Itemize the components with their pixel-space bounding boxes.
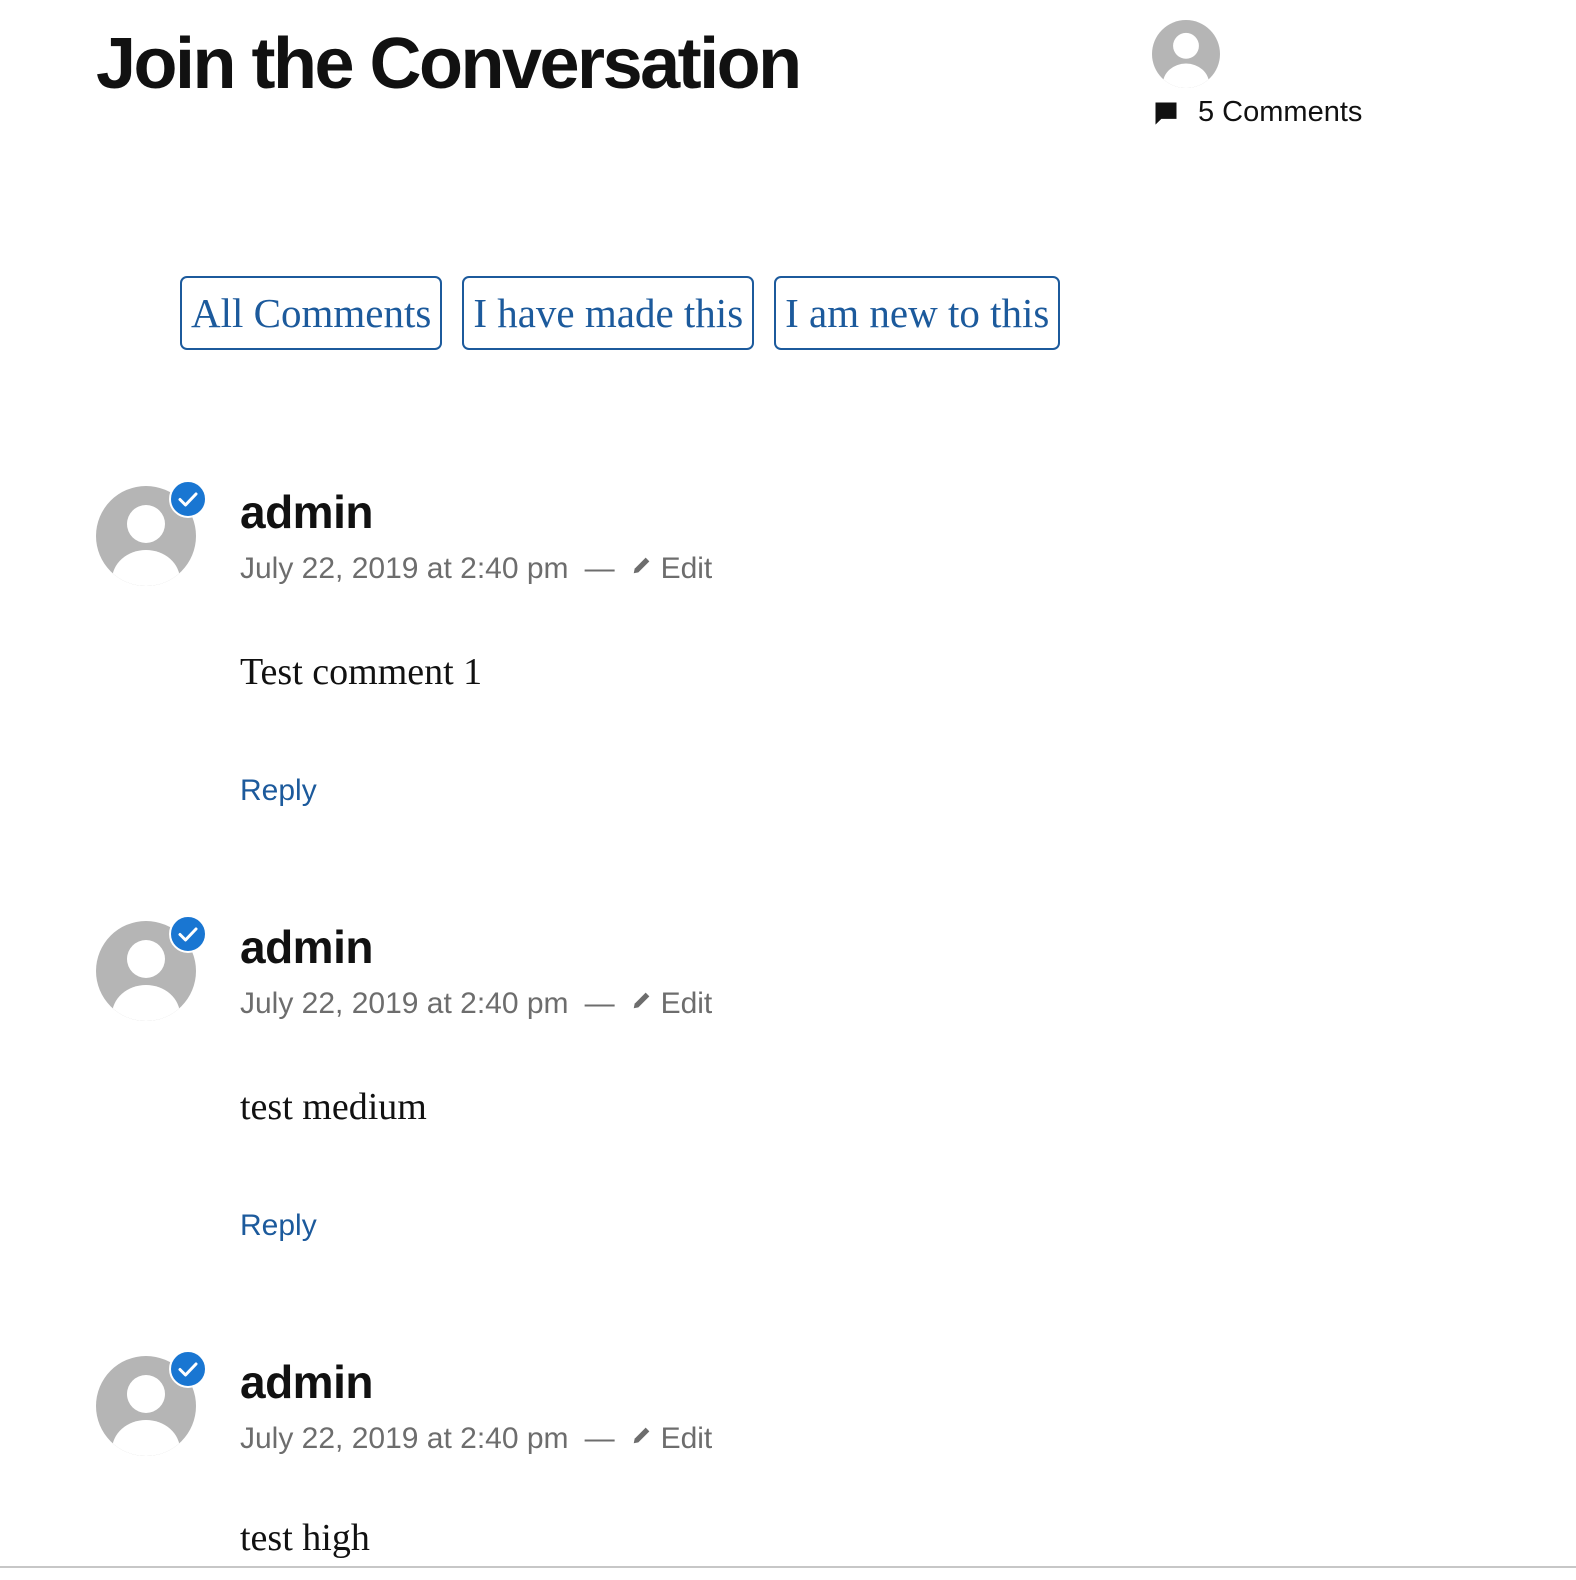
user-avatar-icon xyxy=(1152,20,1220,88)
comment-body: test high xyxy=(240,1517,370,1559)
comment-date-link[interactable]: July 22, 2019 at 2:40 pm xyxy=(240,987,569,1021)
comment-meta: July 22, 2019 at 2:40 pm — Edit xyxy=(240,552,712,586)
pencil-icon xyxy=(633,1427,649,1444)
comment-author: admin xyxy=(240,486,373,538)
reply-link[interactable]: Reply xyxy=(240,1209,317,1243)
edit-comment-link[interactable]: Edit xyxy=(661,552,713,586)
comment-avatar-wrap xyxy=(96,915,208,1021)
comment-avatar-wrap xyxy=(96,1350,208,1456)
filter-all-comments-button[interactable]: All Comments xyxy=(180,276,443,350)
comment-meta: July 22, 2019 at 2:40 pm — Edit xyxy=(240,987,712,1021)
comment-bubble-icon xyxy=(1155,102,1177,125)
divider xyxy=(0,1566,1576,1568)
verified-badge-icon xyxy=(169,1350,207,1388)
comment-body: test medium xyxy=(240,1086,427,1128)
comment-count-label: 5 Comments xyxy=(1198,96,1363,128)
comment-meta: July 22, 2019 at 2:40 pm — Edit xyxy=(240,1422,712,1456)
reply-link[interactable]: Reply xyxy=(240,774,317,808)
page-title: Join the Conversation xyxy=(96,24,802,104)
comment-author: admin xyxy=(240,1356,373,1408)
pencil-icon xyxy=(633,992,649,1009)
meta-separator: — xyxy=(584,552,615,585)
filter-new-to-this-button[interactable]: I am new to this xyxy=(774,276,1061,350)
comment-author: admin xyxy=(240,921,373,973)
comment-count-link[interactable]: 5 Comments xyxy=(1152,96,1362,129)
meta-separator: — xyxy=(584,1422,615,1455)
comment-date-link[interactable]: July 22, 2019 at 2:40 pm xyxy=(240,1422,569,1456)
verified-badge-icon xyxy=(169,480,207,518)
meta-separator: — xyxy=(584,987,615,1020)
edit-comment-link[interactable]: Edit xyxy=(661,987,713,1021)
comment-body: Test comment 1 xyxy=(240,651,483,693)
comment-filters: All Comments I have made this I am new t… xyxy=(180,276,1061,350)
pencil-icon xyxy=(633,557,649,574)
verified-badge-icon xyxy=(169,915,207,953)
edit-comment-link[interactable]: Edit xyxy=(661,1422,713,1456)
comment-date-link[interactable]: July 22, 2019 at 2:40 pm xyxy=(240,552,569,586)
filter-made-this-button[interactable]: I have made this xyxy=(462,276,755,350)
comment-avatar-wrap xyxy=(96,480,208,586)
